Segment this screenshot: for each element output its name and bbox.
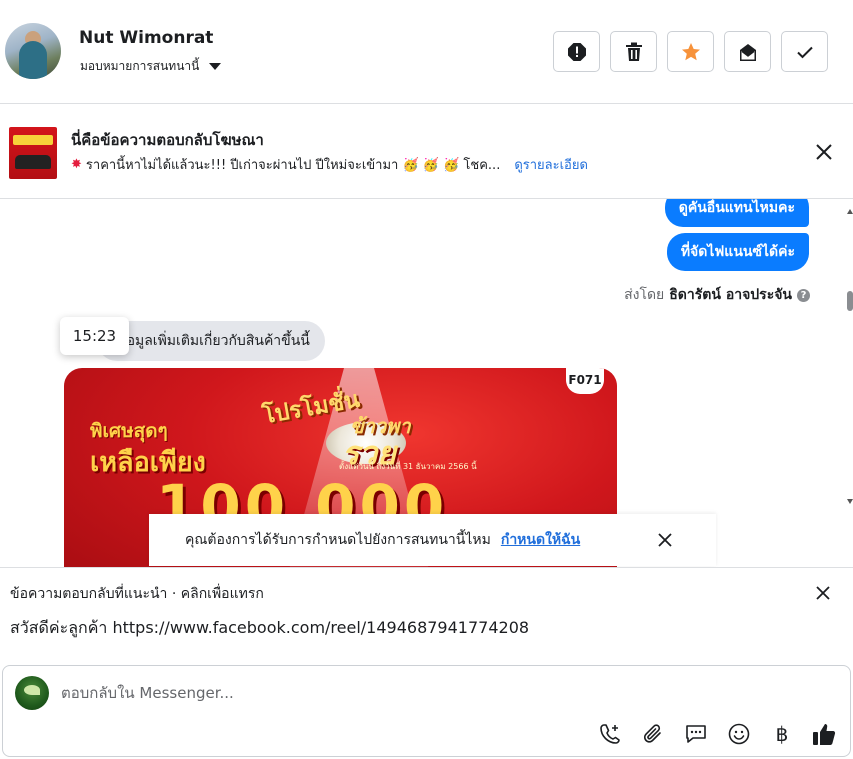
suggested-reply-label: ข้อความตอบกลับที่แนะนำ · คลิกเพื่อแทรก — [10, 586, 264, 602]
like-button[interactable] — [811, 721, 837, 747]
contact-avatar[interactable] — [5, 23, 61, 79]
assign-conversation-dropdown[interactable]: มอบหมายการสนทนานี้ — [80, 57, 222, 76]
like-icon — [813, 724, 836, 745]
ad-thumbnail-price-strip — [13, 135, 53, 145]
close-ad-banner-button[interactable] — [812, 140, 836, 164]
dismiss-assign-prompt-button[interactable] — [655, 530, 675, 550]
mark-unread-button[interactable] — [724, 31, 771, 72]
message-composer: ฿ — [2, 665, 851, 757]
suggested-reply-text[interactable]: สวัสดีค่ะลูกค้า https://www.facebook.com… — [10, 616, 529, 641]
assign-label: มอบหมายการสนทนานี้ — [80, 59, 200, 73]
timestamp-tooltip: 15:23 — [60, 317, 129, 355]
assign-to-me-prompt: คุณต้องการได้รับการกำหนดไปยังการสนทนานี้… — [149, 514, 716, 566]
close-suggested-reply-button[interactable] — [812, 582, 834, 604]
trash-icon — [625, 42, 642, 61]
promo-special-label: พิเศษสุดๆ — [90, 420, 168, 442]
payment-button[interactable]: ฿ — [769, 721, 795, 747]
sent-by-info: ส่งโดย ธิดารัตน์ อาจประจัน ? — [624, 284, 810, 306]
assign-prompt-text: คุณต้องการได้รับการกำหนดไปยังการสนทนานี้… — [185, 532, 491, 548]
close-icon — [658, 533, 672, 547]
page-avatar — [15, 676, 49, 710]
conversation-header: Nut Wimonrat มอบหมายการสนทนานี้ — [0, 0, 853, 104]
phone-add-icon — [600, 724, 620, 744]
scroll-down-arrow-icon[interactable] — [847, 499, 853, 504]
ad-description-text: ราคานี้หาไม่ได้แล้วนะ!!! ปีเก่าจะผ่านไป … — [85, 158, 501, 173]
caret-down-icon — [209, 63, 222, 70]
attach-button[interactable] — [640, 721, 666, 747]
check-icon — [796, 46, 813, 58]
attachment-icon — [643, 724, 661, 743]
contact-name[interactable]: Nut Wimonrat — [79, 28, 213, 48]
delete-button[interactable] — [610, 31, 657, 72]
help-icon[interactable]: ? — [797, 288, 810, 302]
report-spam-button[interactable] — [553, 31, 600, 72]
close-icon — [816, 586, 830, 600]
call-button[interactable] — [597, 721, 623, 747]
reply-input[interactable] — [61, 678, 781, 708]
scrollbar-thumb[interactable] — [847, 291, 853, 311]
sent-by-name: ธิดารัตน์ อาจประจัน — [669, 287, 792, 303]
mark-unread-icon — [739, 43, 756, 61]
ad-description: ✸ ราคานี้หาไม่ได้แล้วนะ!!! ปีเก่าจะผ่านไ… — [71, 154, 588, 175]
outgoing-message[interactable]: ดูคันอื่นแทนไหมคะ — [664, 199, 809, 227]
saved-reply-icon — [686, 725, 706, 743]
ad-thumbnail-car — [15, 155, 51, 169]
ad-thumbnail[interactable] — [9, 127, 57, 179]
emoji-button[interactable] — [726, 721, 752, 747]
alert-icon — [567, 42, 586, 61]
emoji-icon — [728, 723, 750, 745]
message-thread[interactable]: ดูคันอื่นแทนไหมคะ ที่จัดไฟแนนซ์ได้ค่ะ ส่… — [0, 199, 853, 567]
baht-icon: ฿ — [775, 722, 789, 746]
page-logo-icon — [24, 685, 40, 695]
suggested-reply-panel: ข้อความตอบกลับที่แนะนำ · คลิกเพื่อแทรก ส… — [0, 567, 853, 665]
outgoing-message[interactable]: ที่จัดไฟแนนซ์ได้ค่ะ — [666, 233, 809, 271]
promo-code-badge: F071 — [566, 368, 604, 394]
spark-icon: ✸ — [71, 157, 82, 172]
scroll-up-arrow-icon[interactable] — [847, 209, 853, 214]
avatar-body — [19, 41, 47, 79]
mark-done-button[interactable] — [781, 31, 828, 72]
ad-reply-banner: นี่คือข้อความตอบกลับโฆษณา ✸ ราคานี้หาไม่… — [0, 104, 853, 199]
close-icon — [816, 144, 832, 160]
see-details-link[interactable]: ดูรายละเอียด — [514, 154, 588, 175]
incoming-message[interactable]: ข้อมูลเพิ่มเติมเกี่ยวกับสินค้าขึ้นนี้ — [97, 321, 325, 361]
assign-to-me-link[interactable]: กำหนดให้ฉัน — [501, 529, 580, 551]
saved-replies-button[interactable] — [683, 721, 709, 747]
sent-by-prefix: ส่งโดย — [624, 287, 665, 303]
ad-reply-title: นี่คือข้อความตอบกลับโฆษณา — [71, 131, 264, 149]
star-button[interactable] — [667, 31, 714, 72]
star-icon — [681, 42, 700, 60]
